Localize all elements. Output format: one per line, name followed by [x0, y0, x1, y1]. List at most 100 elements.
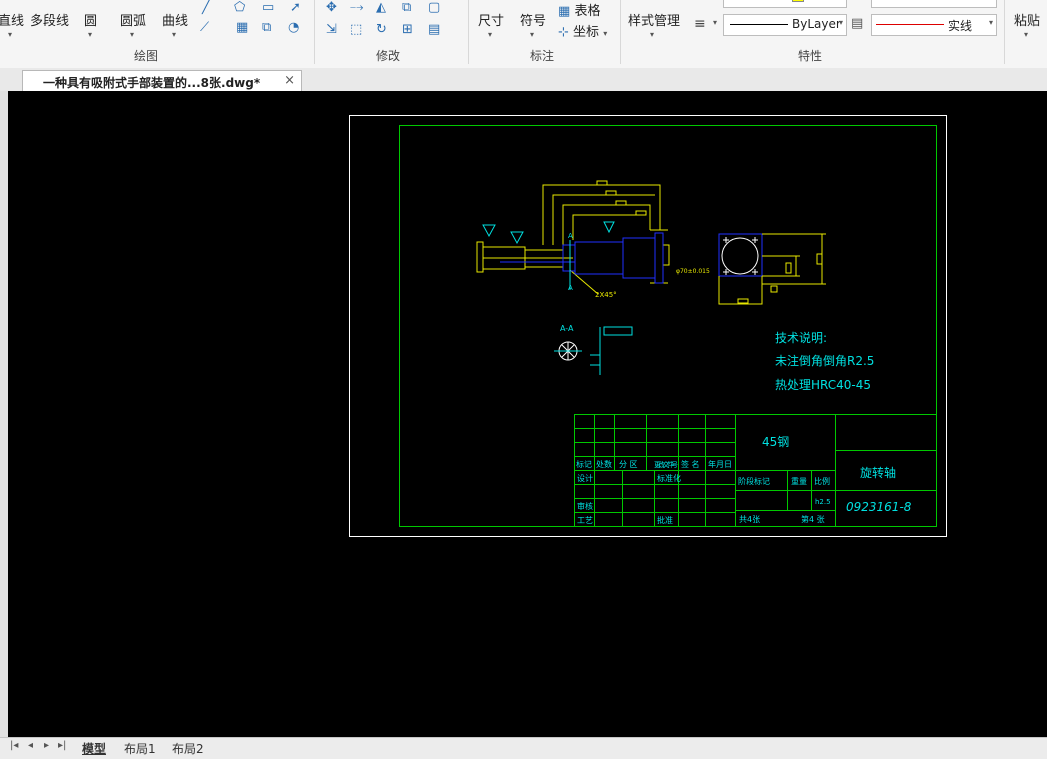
- lineweight-dropdown[interactable]: [871, 0, 997, 8]
- dimension-button-label: 尺寸: [478, 14, 505, 29]
- stretch-icon[interactable]: ⇲: [326, 22, 337, 37]
- document-tab[interactable]: 一种具有吸附式手部装置的...8张.dwg* ×: [22, 70, 302, 92]
- chevron-down-icon: ▾: [130, 30, 135, 39]
- chevron-down-icon: ▾: [530, 30, 535, 39]
- paste-button-label: 粘贴: [1014, 14, 1041, 29]
- move-icon[interactable]: ✥: [326, 0, 337, 15]
- tb-material: 45钢: [762, 435, 789, 449]
- chevron-down-icon: ▾: [172, 30, 177, 39]
- select-icon[interactable]: ▢: [428, 0, 440, 15]
- line-button-label: 直线: [0, 14, 25, 29]
- trim-icon[interactable]: ⤍: [350, 0, 364, 15]
- layer-linetype-dropdown[interactable]: ByLayer ▾: [723, 14, 847, 36]
- tolerance-label: φ70±0.015: [676, 268, 710, 275]
- hatch-icon[interactable]: ▦: [236, 20, 248, 35]
- polygon-icon[interactable]: ⬠: [234, 0, 245, 15]
- dimension-button[interactable]: 尺寸 ▾: [478, 10, 505, 39]
- tb-standard: 标准化: [657, 473, 681, 483]
- arrow-icon[interactable]: ➚: [290, 0, 301, 15]
- symbol-button[interactable]: 符号 ▾: [520, 10, 547, 39]
- tb-header-change-doc: 更改文件号: [654, 460, 678, 469]
- chevron-down-icon: ▾: [88, 30, 93, 39]
- table-icon: ▦: [558, 4, 571, 19]
- chamfer-label: 2X45°: [595, 291, 617, 299]
- array-icon[interactable]: ⊞: [402, 22, 413, 37]
- chevron-down-icon: ▾: [713, 18, 718, 27]
- tb-drawing-number: 0923161-8: [846, 500, 912, 514]
- line-button[interactable]: 直线 ▾: [0, 10, 25, 39]
- flange-side-view: [718, 233, 826, 305]
- linetype-value: 实线: [948, 19, 973, 33]
- group-separator: [468, 0, 469, 64]
- coordinate-icon: ⊹: [558, 25, 569, 40]
- tb-weight: 重量: [791, 476, 807, 486]
- tb-header-mark: 标记: [576, 459, 592, 469]
- chevron-down-icon: ▾: [488, 30, 493, 39]
- tech-note-1: 未注倒角倒角R2.5: [775, 353, 874, 368]
- annotation-group-label: 标注: [530, 49, 555, 63]
- last-layout-icon[interactable]: ▸|: [58, 740, 66, 751]
- linetype-dropdown[interactable]: 实线 ▾: [871, 14, 997, 36]
- polyline-button[interactable]: 多段线: [30, 10, 69, 29]
- paste-button[interactable]: 粘贴 ▾: [1014, 10, 1041, 39]
- circle-button[interactable]: 圆 ▾: [84, 10, 98, 39]
- group-separator: [620, 0, 621, 64]
- tb-approve: 批准: [657, 515, 673, 525]
- group-separator: [314, 0, 315, 64]
- curve-button-label: 曲线: [162, 14, 189, 29]
- document-tab-title: 一种具有吸附式手部装置的...8张.dwg*: [43, 76, 261, 90]
- paper-border: [349, 115, 947, 537]
- table-button[interactable]: ▦ 表格: [558, 0, 600, 19]
- color-dropdown[interactable]: [723, 0, 847, 8]
- coordinate-button[interactable]: ⊹ 坐标 ▾: [558, 21, 607, 40]
- mirror-icon[interactable]: ◭: [376, 0, 386, 15]
- line-sample: [730, 24, 788, 25]
- next-layout-icon[interactable]: ▸: [44, 740, 49, 751]
- curve-button[interactable]: 曲线 ▾: [162, 10, 189, 39]
- left-toolbar-strip: [0, 91, 8, 737]
- tb-total-sheets: 共4张: [739, 515, 760, 524]
- draw-group-label: 绘图: [134, 49, 159, 63]
- coordinate-button-label: 坐标: [573, 25, 600, 40]
- first-layout-icon[interactable]: |◂: [10, 740, 18, 751]
- chevron-down-icon: ▾: [603, 29, 608, 38]
- rectangle-icon[interactable]: ▭: [262, 0, 274, 15]
- circle-button-label: 圆: [84, 14, 98, 29]
- drawing-canvas[interactable]: A A 2X45° φ70±0.015 A-A 技术说明: 未注倒角倒角R2.5…: [8, 91, 1047, 737]
- prev-layout-icon[interactable]: ◂: [28, 740, 33, 751]
- arc-button-label: 圆弧: [120, 14, 147, 29]
- xline-icon[interactable]: ⟋: [200, 20, 209, 35]
- tech-notes-title: 技术说明:: [775, 330, 827, 345]
- chevron-down-icon: ▾: [8, 30, 13, 39]
- tech-note-2: 热处理HRC40-45: [775, 378, 871, 392]
- chevron-down-icon: ▾: [650, 30, 655, 39]
- pencil-icon[interactable]: ╱: [202, 0, 210, 15]
- region-icon[interactable]: ⧉: [262, 20, 271, 35]
- polyline-button-label: 多段线: [30, 14, 70, 29]
- properties-group-label: 特性: [798, 49, 823, 63]
- style-manager-button[interactable]: 样式管理 ▾: [628, 10, 681, 39]
- section-a-bottom-label: A: [568, 284, 573, 292]
- chevron-down-icon: ▾: [838, 18, 843, 27]
- properties-match-icon[interactable]: ▤: [428, 22, 440, 37]
- boundary-icon[interactable]: ◔: [288, 20, 299, 35]
- style-manager-label: 样式管理: [628, 14, 681, 29]
- tab-layout2[interactable]: 布局2: [172, 740, 204, 757]
- close-icon[interactable]: ×: [284, 73, 295, 88]
- lineweight-icon[interactable]: ≡: [694, 16, 706, 32]
- tab-model[interactable]: 模型: [82, 740, 106, 757]
- color-swatch: [792, 0, 804, 2]
- linetype-icon: ▤: [851, 16, 864, 31]
- layer-value: ByLayer: [792, 17, 841, 31]
- arc-button[interactable]: 圆弧 ▾: [120, 10, 147, 39]
- chevron-down-icon: ▾: [1024, 30, 1029, 39]
- modify-group-label: 修改: [376, 49, 401, 63]
- symbol-button-label: 符号: [520, 14, 547, 29]
- rotate-icon[interactable]: ↻: [376, 22, 387, 37]
- table-button-label: 表格: [574, 4, 601, 19]
- scale-icon[interactable]: ⬚: [350, 22, 362, 37]
- tab-layout1[interactable]: 布局1: [124, 740, 156, 757]
- copy-icon[interactable]: ⧉: [402, 0, 411, 15]
- group-separator: [1004, 0, 1005, 64]
- tb-header-zone: 分 区: [619, 460, 638, 469]
